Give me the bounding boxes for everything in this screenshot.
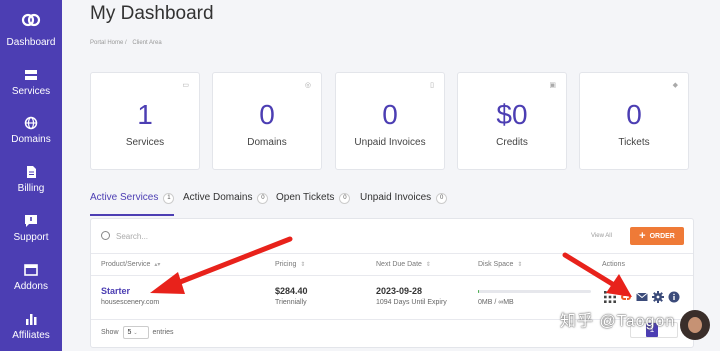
server-icon: ▭ — [182, 82, 189, 89]
window-icon — [24, 264, 38, 276]
page-title: My Dashboard — [90, 3, 214, 24]
tab-bar: Active Services 1 Active Domains 0 Open Ti… — [90, 192, 710, 216]
disk-usage-bar — [478, 290, 591, 293]
tag-icon: ◆ — [672, 82, 678, 89]
column-header-pricing[interactable]: Pricing ⇕ — [275, 261, 305, 268]
sidebar-item-label: Support — [13, 232, 49, 243]
sidebar-item-billing[interactable]: Billing — [0, 165, 62, 194]
tile-value: 0 — [259, 99, 275, 130]
page-size-select[interactable]: 5 ⌄ — [122, 326, 149, 339]
cpanel-icon[interactable] — [620, 291, 632, 303]
logo-icon[interactable] — [21, 10, 41, 30]
entries-label: entries — [152, 329, 174, 336]
breadcrumb-current: Client Area — [132, 40, 162, 46]
info-icon[interactable] — [668, 291, 680, 303]
search-placeholder: Search... — [116, 232, 149, 241]
gear-icon[interactable] — [652, 291, 664, 303]
tab-unpaid-invoices[interactable]: Unpaid Invoices 0 — [360, 192, 448, 216]
main-content: My Dashboard Portal Home / Client Area ▭… — [62, 0, 720, 351]
mail-icon[interactable] — [636, 291, 648, 303]
disk-usage-fill — [478, 290, 480, 293]
column-header-product[interactable]: Product/Service ▴▾ — [101, 261, 160, 268]
avatar — [680, 310, 710, 340]
view-all-link[interactable]: View All — [591, 233, 612, 239]
tab-active-services[interactable]: Active Services 1 — [90, 192, 175, 216]
sidebar-item-label: Services — [11, 86, 51, 97]
divider — [91, 275, 693, 276]
globe-icon: ◎ — [304, 82, 311, 89]
tile-value: $0 — [496, 99, 528, 130]
order-label: ORDER — [649, 233, 675, 240]
sidebar-item-dashboard[interactable]: Dashboard — [0, 37, 62, 48]
sidebar-item-label: Affiliates — [12, 330, 50, 341]
tile-label: Credits — [496, 137, 528, 148]
days-until-expiry: 1094 Days Until Expiry — [376, 299, 447, 306]
count-badge: 0 — [257, 193, 269, 204]
divider — [91, 253, 693, 254]
grid-menu-icon[interactable] — [604, 291, 616, 303]
service-name-link[interactable]: Starter — [101, 286, 130, 296]
column-header-disk-space[interactable]: Disk Space ⇕ — [478, 261, 522, 268]
service-domain: housescenery.com — [101, 299, 160, 306]
tile-services[interactable]: ▭ 1 Services — [90, 72, 200, 170]
tile-value: 0 — [626, 99, 642, 130]
card-icon: ▣ — [549, 82, 556, 89]
tile-value: 1 — [137, 99, 153, 130]
order-button[interactable]: + ORDER — [630, 227, 684, 245]
document-icon — [27, 166, 36, 178]
tile-credits[interactable]: ▣ $0 Credits — [457, 72, 567, 170]
bar-chart-icon — [26, 314, 37, 325]
breadcrumb: Portal Home / Client Area — [90, 40, 166, 46]
service-price: $284.40 — [275, 286, 308, 296]
chevron-down-icon: ⌄ — [133, 330, 138, 336]
tile-label: Services — [125, 137, 165, 148]
chat-icon — [25, 215, 37, 227]
count-badge: 1 — [163, 193, 175, 204]
column-header-actions: Actions — [602, 261, 625, 268]
globe-icon — [24, 116, 38, 130]
disk-usage-text: 0MB / ∞MB — [478, 299, 514, 306]
sort-icon: ⇕ — [425, 262, 431, 268]
sidebar-item-affiliates[interactable]: Affiliates — [0, 312, 62, 341]
sort-icon: ⇕ — [517, 262, 523, 268]
plus-icon: + — [639, 230, 646, 242]
sidebar-item-support[interactable]: Support — [0, 214, 62, 243]
document-icon: ▯ — [430, 82, 434, 89]
sidebar-item-label: Billing — [17, 183, 45, 194]
server-icon — [25, 70, 37, 80]
count-badge: 0 — [339, 193, 351, 204]
sidebar-item-domains[interactable]: Domains — [0, 116, 62, 145]
column-header-due-date[interactable]: Next Due Date ⇕ — [376, 261, 431, 268]
sort-icon: ▴▾ — [154, 262, 161, 268]
tab-label: Unpaid Invoices — [360, 192, 432, 203]
sidebar-item-label: Addons — [14, 281, 48, 292]
tile-label: Unpaid Invoices — [354, 137, 426, 148]
show-label: Show — [101, 329, 119, 336]
tab-open-tickets[interactable]: Open Tickets 0 — [276, 192, 351, 216]
sidebar-item-label: Dashboard — [6, 37, 56, 48]
sidebar-item-label: Domains — [11, 134, 51, 145]
page-size-control: Show 5 ⌄ entries — [101, 326, 174, 339]
tile-label: Domains — [247, 137, 287, 148]
next-due-date: 2023-09-28 — [376, 286, 423, 296]
tile-value: 0 — [382, 99, 398, 130]
count-badge: 0 — [436, 193, 448, 204]
search-icon — [101, 231, 110, 240]
tile-label: Tickets — [618, 137, 650, 148]
tab-label: Active Services — [90, 192, 159, 203]
tab-active-domains[interactable]: Active Domains 0 — [183, 192, 269, 216]
sort-icon: ⇕ — [300, 262, 306, 268]
tile-tickets[interactable]: ◆ 0 Tickets — [579, 72, 689, 170]
search-input[interactable]: Search... — [101, 231, 148, 241]
watermark: 知乎 @Taogon — [560, 313, 676, 330]
sidebar: Dashboard Services Domains Billing Suppo… — [0, 0, 62, 351]
tab-label: Active Domains — [183, 192, 253, 203]
breadcrumb-home[interactable]: Portal Home / — [90, 40, 127, 46]
tile-unpaid-invoices[interactable]: ▯ 0 Unpaid Invoices — [335, 72, 445, 170]
sidebar-item-addons[interactable]: Addons — [0, 263, 62, 292]
sidebar-item-services[interactable]: Services — [0, 68, 62, 97]
billing-cycle: Triennially — [275, 299, 307, 306]
tab-label: Open Tickets — [276, 192, 335, 203]
tile-domains[interactable]: ◎ 0 Domains — [212, 72, 322, 170]
